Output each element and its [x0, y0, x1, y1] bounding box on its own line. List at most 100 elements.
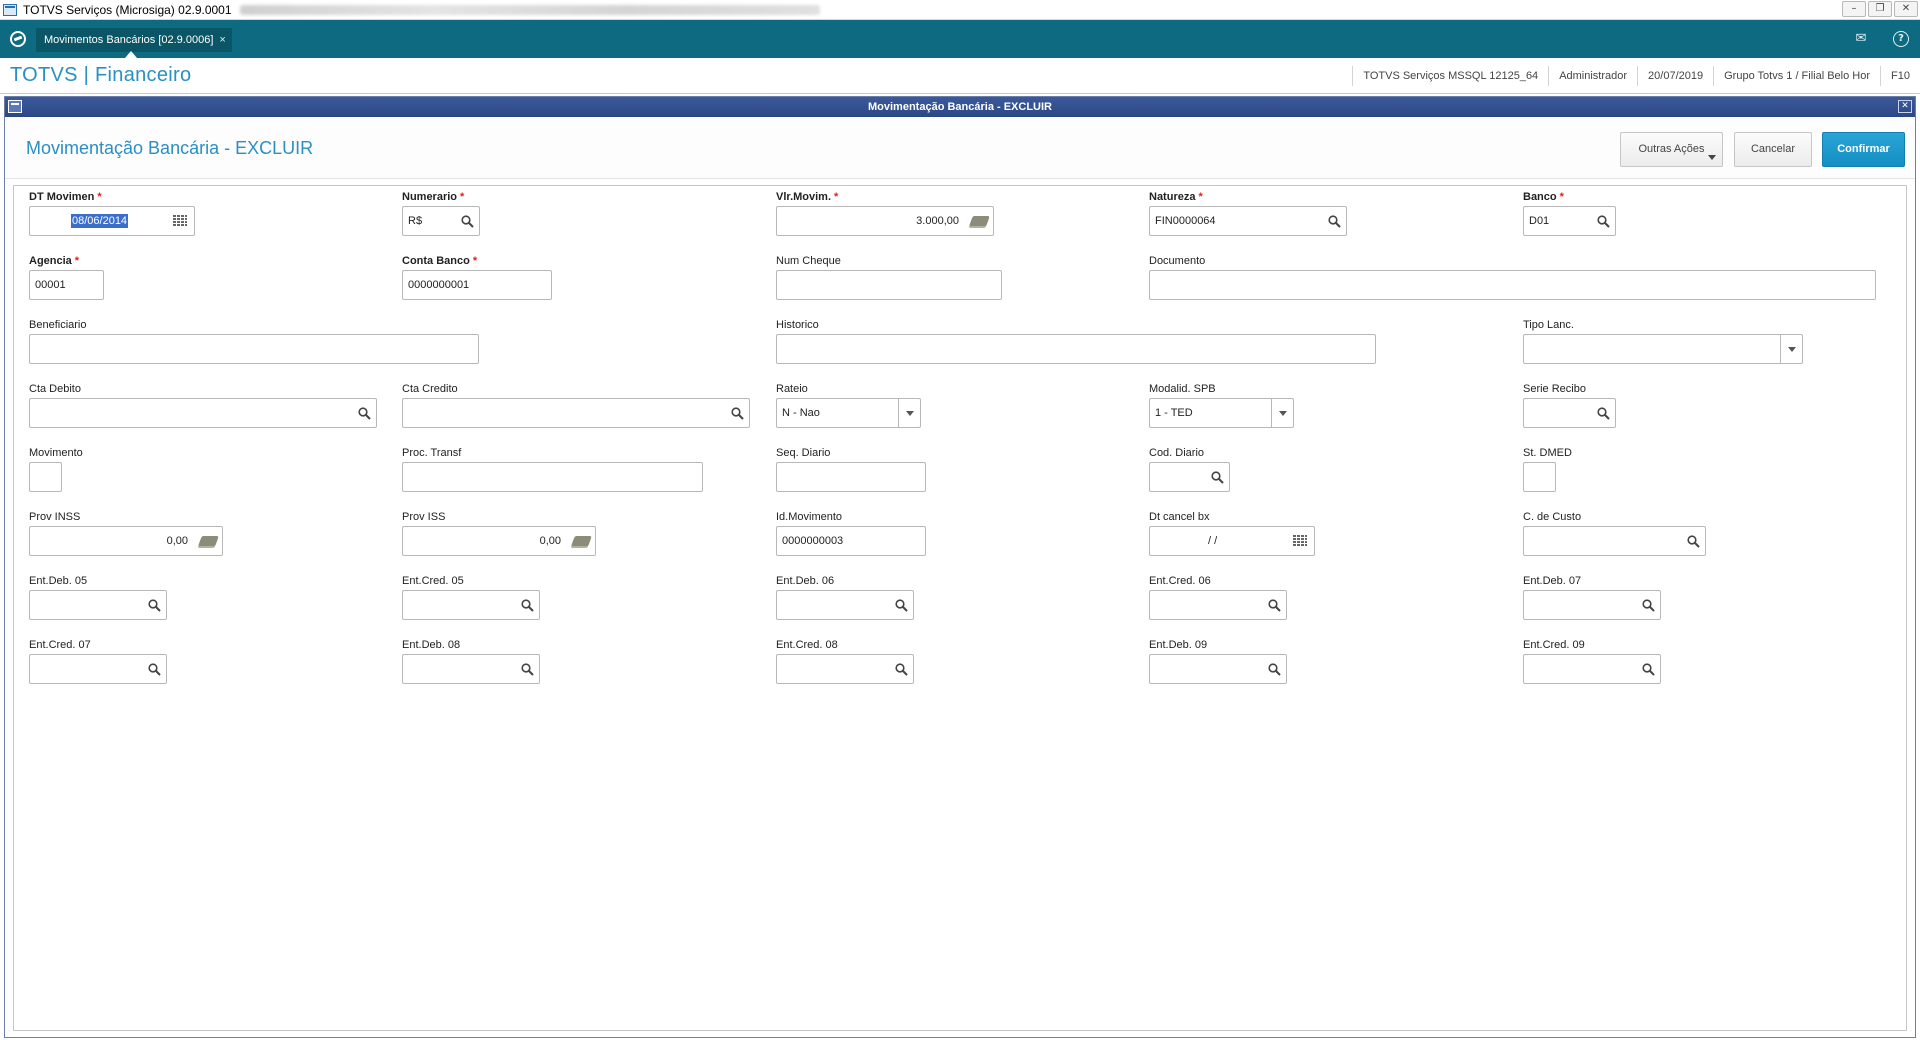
- outras-acoes-label: Outras Ações: [1638, 143, 1705, 155]
- info-shortcut[interactable]: F10: [1880, 66, 1920, 86]
- search-icon[interactable]: [514, 654, 540, 684]
- search-icon[interactable]: [351, 398, 377, 428]
- search-icon[interactable]: [888, 654, 914, 684]
- required-marker: *: [74, 255, 80, 267]
- dt-movimen-label: DT Movimen: [29, 191, 95, 203]
- tab-movimentos-bancarios[interactable]: Movimentos Bancários [02.9.0006] ×: [36, 28, 232, 52]
- proc-transf-input[interactable]: [402, 462, 703, 492]
- minimize-button[interactable]: –: [1842, 1, 1866, 17]
- num-cheque-input[interactable]: [776, 270, 1002, 300]
- conta-banco-label: Conta Banco: [402, 255, 470, 267]
- environment-info: TOTVS Serviços MSSQL 12125_64 Administra…: [1352, 58, 1920, 94]
- num-cheque-label: Num Cheque: [776, 255, 841, 267]
- window-controls: – ❐ ✕: [1842, 1, 1918, 17]
- money-icon[interactable]: [568, 526, 594, 556]
- serie-recibo-label: Serie Recibo: [1523, 383, 1586, 395]
- dialog-title: Movimentação Bancária - EXCLUIR: [868, 101, 1052, 113]
- dialog-header: Movimentação Bancária - EXCLUIR Outras A…: [5, 117, 1915, 179]
- money-icon[interactable]: [195, 526, 221, 556]
- restore-button[interactable]: ❐: [1868, 1, 1892, 17]
- agencia-label: Agencia: [29, 255, 72, 267]
- info-branch[interactable]: Grupo Totvs 1 / Filial Belo Hor: [1713, 66, 1880, 86]
- module-header: TOTVS | Financeiro TOTVS Serviços MSSQL …: [0, 58, 1920, 94]
- tipo-lanc-select[interactable]: [1523, 334, 1803, 364]
- id-movimento-label: Id.Movimento: [776, 511, 843, 523]
- ent-deb-07-label: Ent.Deb. 07: [1523, 575, 1582, 587]
- cta-debito-input[interactable]: [29, 398, 377, 428]
- search-icon[interactable]: [1635, 590, 1661, 620]
- app-window-icon: [3, 3, 17, 16]
- money-icon[interactable]: [966, 206, 992, 236]
- search-icon[interactable]: [888, 590, 914, 620]
- dt-cancel-bx-label: Dt cancel bx: [1149, 511, 1210, 523]
- search-icon[interactable]: [1261, 590, 1287, 620]
- natureza-label: Natureza: [1149, 191, 1196, 203]
- chevron-down-icon[interactable]: [1780, 334, 1802, 364]
- c-custo-label: C. de Custo: [1523, 511, 1582, 523]
- confirm-button[interactable]: Confirmar: [1822, 132, 1905, 167]
- help-icon[interactable]: ?: [1893, 31, 1909, 47]
- blurred-title-text: [239, 4, 820, 15]
- search-icon[interactable]: [141, 654, 167, 684]
- search-icon[interactable]: [1635, 654, 1661, 684]
- seq-diario-input[interactable]: [776, 462, 926, 492]
- natureza-input[interactable]: FIN0000064: [1149, 206, 1347, 236]
- search-icon[interactable]: [1590, 398, 1616, 428]
- search-icon[interactable]: [1204, 462, 1230, 492]
- calendar-icon[interactable]: [1287, 526, 1313, 556]
- cod-diario-label: Cod. Diario: [1149, 447, 1205, 459]
- dialog-close-icon[interactable]: ✕: [1898, 100, 1912, 113]
- id-movimento-input[interactable]: 0000000003: [776, 526, 926, 556]
- vlr-movim-label: Vlr.Movim.: [776, 191, 832, 203]
- search-icon[interactable]: [1321, 206, 1347, 236]
- chevron-down-icon[interactable]: [898, 398, 920, 428]
- tab-bar: Movimentos Bancários [02.9.0006] × ✉ ?: [0, 20, 1920, 58]
- cta-credito-input[interactable]: [402, 398, 750, 428]
- historico-input[interactable]: [776, 334, 1376, 364]
- ent-deb-09-label: Ent.Deb. 09: [1149, 639, 1208, 651]
- ent-cred-08-label: Ent.Cred. 08: [776, 639, 838, 651]
- tab-close-icon[interactable]: ×: [219, 34, 225, 46]
- os-window-title: TOTVS Serviços (Microsiga) 02.9.0001: [23, 2, 232, 17]
- search-icon[interactable]: [1680, 526, 1706, 556]
- historico-label: Historico: [776, 319, 819, 331]
- calendar-icon[interactable]: [167, 206, 193, 236]
- search-icon[interactable]: [141, 590, 167, 620]
- beneficiario-input[interactable]: [29, 334, 479, 364]
- close-window-button[interactable]: ✕: [1894, 1, 1918, 17]
- prov-inss-input[interactable]: 0,00: [29, 526, 223, 556]
- mail-icon[interactable]: ✉: [1853, 31, 1869, 47]
- excluir-dialog: Movimentação Bancária - EXCLUIR ✕ Movime…: [4, 96, 1916, 1038]
- ent-deb-05-label: Ent.Deb. 05: [29, 575, 88, 587]
- outras-acoes-button[interactable]: Outras Ações: [1620, 132, 1723, 167]
- agencia-input[interactable]: 00001: [29, 270, 104, 300]
- proc-transf-label: Proc. Transf: [402, 447, 462, 459]
- tipo-lanc-label: Tipo Lanc.: [1523, 319, 1574, 331]
- required-marker: *: [460, 191, 465, 203]
- totvs-logo-icon[interactable]: [10, 31, 26, 47]
- ent-deb-08-label: Ent.Deb. 08: [402, 639, 461, 651]
- movimento-input[interactable]: [29, 462, 62, 492]
- vlr-movim-input[interactable]: 3.000,00: [776, 206, 994, 236]
- info-environment: TOTVS Serviços MSSQL 12125_64: [1352, 66, 1548, 86]
- chevron-down-icon[interactable]: [1271, 398, 1293, 428]
- search-icon[interactable]: [454, 206, 480, 236]
- prov-iss-input[interactable]: 0,00: [402, 526, 596, 556]
- dialog-heading: Movimentação Bancária - EXCLUIR: [26, 138, 314, 158]
- conta-banco-input[interactable]: 0000000001: [402, 270, 552, 300]
- st-dmed-label: St. DMED: [1523, 447, 1572, 459]
- cancel-button[interactable]: Cancelar: [1734, 132, 1812, 167]
- info-user: Administrador: [1548, 66, 1637, 86]
- st-dmed-input[interactable]: [1523, 462, 1556, 492]
- search-icon[interactable]: [514, 590, 540, 620]
- dialog-titlebar: Movimentação Bancária - EXCLUIR ✕: [5, 97, 1915, 117]
- documento-input[interactable]: [1149, 270, 1876, 300]
- search-icon[interactable]: [1590, 206, 1616, 236]
- search-icon[interactable]: [1261, 654, 1287, 684]
- cta-debito-label: Cta Debito: [29, 383, 81, 395]
- cta-credito-label: Cta Credito: [402, 383, 458, 395]
- c-custo-input[interactable]: [1523, 526, 1706, 556]
- required-marker: *: [834, 191, 839, 203]
- dt-movimen-value: 08/06/2014: [71, 214, 129, 228]
- search-icon[interactable]: [724, 398, 750, 428]
